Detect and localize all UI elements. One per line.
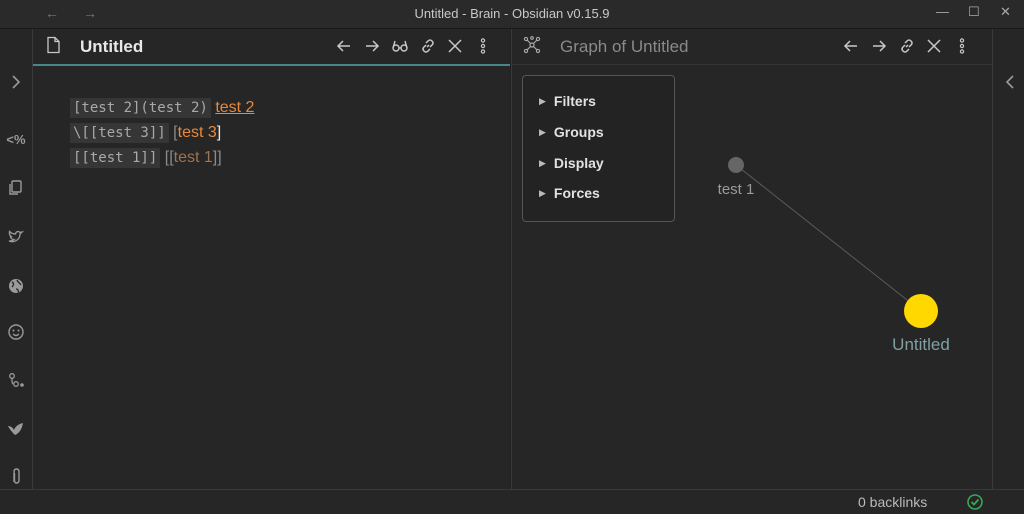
graph-control-forces[interactable]: ▶ Forces <box>539 185 600 201</box>
window-title: Untitled - Brain - Obsidian v0.15.9 <box>414 6 610 21</box>
backlinks-count[interactable]: 0 backlinks <box>858 494 927 510</box>
link-icon[interactable] <box>897 36 917 56</box>
wiki-link[interactable]: test 3 <box>178 124 217 141</box>
graph-control-label: Filters <box>553 93 596 109</box>
status-bar: 0 backlinks <box>0 489 1024 514</box>
graph-title: Graph of Untitled <box>560 37 689 56</box>
inline-code: [[test 1]] <box>70 148 161 168</box>
expand-triangle-icon: ▶ <box>539 96 546 106</box>
graph-node-label: Untitled <box>892 335 950 354</box>
sync-status-icon[interactable] <box>966 493 984 511</box>
graph-edge <box>735 164 922 312</box>
editor-content[interactable]: [test 2](test 2) test 2 \[[test 3]] [tes… <box>70 95 254 170</box>
link-close-bracket: ]] <box>212 149 222 166</box>
expand-triangle-icon: ▶ <box>539 127 546 137</box>
graph-controls-panel: ▶ Filters ▶ Groups ▶ Display ▶ Forces <box>522 75 675 222</box>
graph-node-untitled[interactable] <box>904 294 938 328</box>
twitter-icon[interactable] <box>5 226 27 248</box>
editor-line[interactable]: \[[test 3]] [test 3] <box>70 120 254 145</box>
back-arrow-icon[interactable] <box>841 36 861 56</box>
graph-control-display[interactable]: ▶ Display <box>539 155 604 171</box>
note-title: Untitled <box>80 37 144 56</box>
graph-header: Graph of Untitled <box>512 29 992 65</box>
paperclip-icon[interactable] <box>5 465 27 487</box>
inline-code: \[[test 3]] <box>70 123 169 143</box>
expand-triangle-icon: ▶ <box>539 158 546 168</box>
emoji-icon[interactable] <box>5 321 27 343</box>
graph-node-test-1[interactable] <box>728 157 744 173</box>
link-close-bracket: ] <box>216 124 222 141</box>
files-icon[interactable] <box>5 177 27 199</box>
wiki-link[interactable]: test 1 <box>174 149 213 166</box>
close-pane-icon[interactable] <box>924 36 944 56</box>
close-pane-icon[interactable] <box>445 36 465 56</box>
sync-status-ring <box>967 494 983 510</box>
left-ribbon: <% <box>0 29 33 489</box>
markdown-link[interactable]: test 2 <box>215 99 254 116</box>
expand-right-sidebar-icon[interactable] <box>999 71 1021 93</box>
graph-node-label: test 1 <box>718 181 755 198</box>
sync-check-mark <box>970 498 980 506</box>
bird-icon[interactable] <box>5 418 27 440</box>
forward-arrow-icon[interactable] <box>362 36 382 56</box>
graph-pane: Graph of Untitled test 1 Untitled ▶ Filte… <box>511 29 992 489</box>
right-ribbon <box>992 29 1024 489</box>
forward-arrow-icon[interactable] <box>869 36 889 56</box>
maximize-icon[interactable]: ☐ <box>968 4 980 20</box>
back-arrow-icon[interactable] <box>334 36 354 56</box>
title-bar: ← → Untitled - Brain - Obsidian v0.15.9 … <box>0 0 1024 29</box>
editor-line[interactable]: [[test 1]] [[test 1]] <box>70 145 254 170</box>
graph-control-label: Forces <box>553 185 600 201</box>
more-options-icon[interactable] <box>473 36 493 56</box>
link-open-bracket: [[ <box>164 149 174 166</box>
editor-header: Untitled <box>33 29 510 66</box>
templater-icon[interactable]: <% <box>5 128 27 150</box>
graph-control-label: Groups <box>553 124 604 140</box>
graph-view-icon <box>522 35 542 55</box>
file-icon <box>43 35 63 55</box>
editor-line[interactable]: [test 2](test 2) test 2 <box>70 95 254 120</box>
more-options-icon[interactable] <box>952 36 972 56</box>
graph-control-label: Display <box>553 155 604 171</box>
globe-icon[interactable] <box>5 275 27 297</box>
close-window-icon[interactable]: ✕ <box>1000 4 1011 20</box>
expand-sidebar-icon[interactable] <box>5 71 27 93</box>
graph-control-filters[interactable]: ▶ Filters <box>539 93 596 109</box>
inline-code: [test 2](test 2) <box>70 98 211 118</box>
minimize-icon[interactable]: — <box>936 4 949 19</box>
graph-control-groups[interactable]: ▶ Groups <box>539 124 604 140</box>
editor-pane: Untitled [test 2](test 2) test 2 \[[test… <box>33 29 510 489</box>
link-icon[interactable] <box>418 36 438 56</box>
expand-triangle-icon: ▶ <box>539 188 546 198</box>
graph-nodes-icon[interactable] <box>5 370 27 392</box>
reading-view-glasses-icon[interactable] <box>390 36 410 56</box>
